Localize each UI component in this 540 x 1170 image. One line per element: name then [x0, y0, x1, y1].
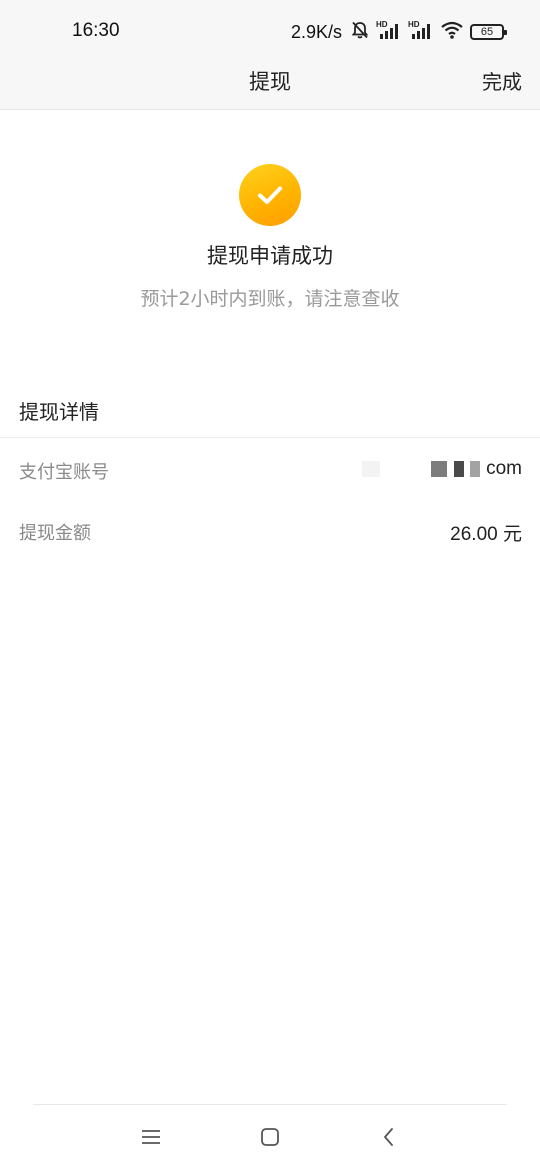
alipay-account-text: com [486, 458, 522, 479]
bell-off-icon [350, 20, 370, 44]
redaction-block [469, 460, 480, 477]
nav-bar-divider [33, 1104, 507, 1105]
svg-text:HD: HD [408, 20, 420, 29]
success-title: 提现申请成功 [207, 244, 333, 268]
back-icon[interactable] [374, 1122, 404, 1152]
status-bar: 16:30 2.9K/s HD HD 65 [0, 0, 540, 60]
success-subtitle: 预计2小时内到账，请注意查收 [140, 288, 400, 310]
home-icon[interactable] [255, 1122, 285, 1152]
done-button[interactable]: 完成 [482, 66, 522, 95]
detail-row-alipay-account: 支付宝账号 com [0, 450, 540, 490]
nav-header: 提现 完成 [0, 60, 540, 110]
wifi-icon [440, 20, 464, 44]
page-title: 提现 [249, 70, 291, 94]
network-speed: 2.9K/s [290, 21, 342, 42]
alipay-account-label: 支付宝账号 [19, 462, 109, 483]
svg-text:HD: HD [376, 20, 388, 29]
redaction-block [431, 460, 448, 477]
signal-hd-icon: HD [408, 19, 434, 45]
signal-hd-icon: HD [376, 19, 402, 45]
status-time: 16:30 [72, 20, 120, 41]
alipay-account-value: com [361, 458, 522, 480]
check-circle-icon [239, 164, 301, 226]
battery-icon: 65 [470, 24, 507, 40]
redaction-block [453, 460, 464, 477]
details-section-title: 提现详情 [19, 400, 99, 424]
menu-icon[interactable] [136, 1122, 166, 1152]
redaction-block [361, 460, 380, 477]
detail-row-amount: 提现金额 26.00 元 [0, 511, 540, 551]
section-divider [0, 437, 540, 438]
amount-value: 26.00 元 [450, 524, 522, 545]
status-icons: 2.9K/s HD HD 65 [290, 19, 507, 45]
amount-label: 提现金额 [19, 523, 91, 544]
